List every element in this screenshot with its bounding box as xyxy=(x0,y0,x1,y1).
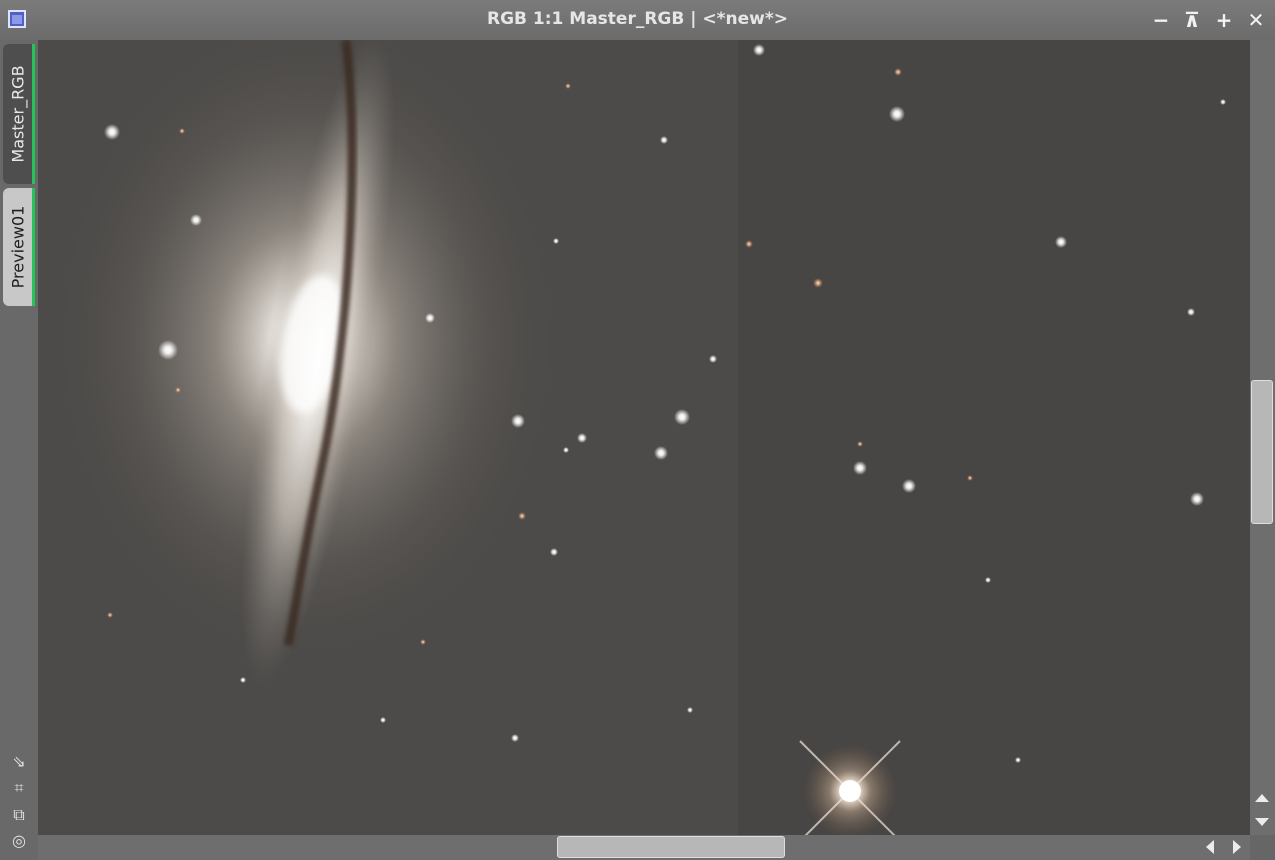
minimize-button[interactable]: − xyxy=(1148,7,1174,33)
horizontal-scroll-thumb[interactable] xyxy=(557,836,785,858)
scroll-down-arrow-icon[interactable] xyxy=(1255,818,1269,826)
fit-arrow-icon[interactable]: ⇘ xyxy=(8,752,30,772)
vertical-scroll-thumb[interactable] xyxy=(1251,380,1273,524)
tab-master-rgb-label: Master_RGB xyxy=(8,65,27,163)
scroll-up-arrow-icon[interactable] xyxy=(1255,794,1269,802)
tab-preview01[interactable]: Preview01 xyxy=(3,188,35,306)
maximize-button[interactable]: + xyxy=(1211,7,1237,33)
shade-button[interactable]: ⊼ xyxy=(1179,7,1205,33)
window-titlebar[interactable]: RGB 1:1 Master_RGB | <*new*> − ⊼ + ✕ xyxy=(0,0,1275,40)
scroll-right-arrow-icon[interactable] xyxy=(1233,840,1241,854)
astro-image xyxy=(38,40,1250,835)
tab-preview01-label: Preview01 xyxy=(8,205,27,289)
image-canvas[interactable] xyxy=(38,40,1250,835)
crop-icon[interactable]: ⌗ xyxy=(8,778,30,798)
scroll-left-arrow-icon[interactable] xyxy=(1206,840,1214,854)
target-icon[interactable]: ◎ xyxy=(8,831,30,851)
window-title: RGB 1:1 Master_RGB | <*new*> xyxy=(487,9,788,29)
close-button[interactable]: ✕ xyxy=(1243,7,1269,33)
clone-icon[interactable]: ⧉ xyxy=(8,805,30,825)
tab-master-rgb[interactable]: Master_RGB xyxy=(3,44,35,184)
scroll-corner xyxy=(1250,835,1275,860)
